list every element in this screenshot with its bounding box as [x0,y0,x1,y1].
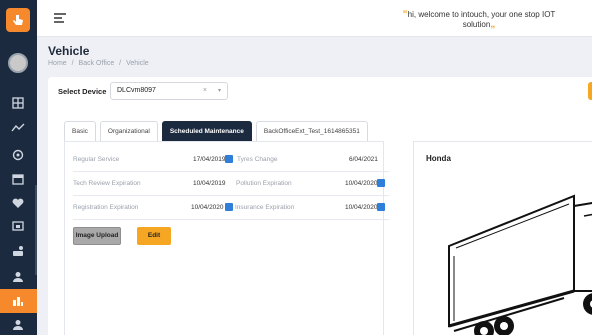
user-icon[interactable] [9,270,27,284]
maintenance-row: Registration Expiration 10/04/2020 Insur… [73,200,385,216]
app-logo-icon[interactable] [6,8,30,32]
user-avatar[interactable] [8,53,28,73]
welcome-line-2: solution [462,20,491,29]
dashboard-icon[interactable] [9,96,27,110]
breadcrumb-home[interactable]: Home [48,60,67,67]
insurance-value[interactable]: 10/04/2020 [345,204,378,211]
tab-organizational[interactable]: Organizational [99,121,158,141]
quote-close-icon: „ [490,19,496,30]
vehicle-make-title: Honda [426,154,451,163]
maintenance-panel: Regular Service 17/04/2019 Tyres Change … [64,141,389,335]
vehicle-tabs: Basic Organizational Scheduled Maintenan… [64,121,372,141]
top-header: “hi, welcome to intouch, your one stop I… [37,0,592,37]
tyres-change-label: Tyres Change [237,156,278,163]
tab-basic[interactable]: Basic [64,121,96,141]
registration-value[interactable]: 10/04/2020 [191,204,224,211]
welcome-message: “hi, welcome to intouch, your one stop I… [374,10,584,30]
truck-image [448,194,592,335]
settings-icon[interactable] [9,148,27,162]
divider [73,171,389,172]
breadcrumb: Home / Back Office / Vehicle [48,60,152,67]
calendar-icon[interactable] [225,155,233,163]
divider [73,219,389,220]
insurance-label: Insurance Expiration [235,204,295,211]
calendar-icon[interactable] [377,203,385,211]
sidebar [0,0,37,335]
device-select[interactable]: DLCvm8097 × ▾ [110,82,228,100]
calendar-icon[interactable] [9,172,27,186]
vehicle-card: Select Device DLCvm8097 × ▾ Basic Organi… [48,77,592,335]
tab-backoffice-ext[interactable]: BackOfficeExt_Test_1614865351 [255,121,368,141]
regular-service-label: Regular Service [73,156,120,163]
breadcrumb-separator: / [71,60,74,67]
calendar-icon[interactable] [225,203,233,211]
select-device-label: Select Device [58,87,107,96]
regular-service-value[interactable]: 17/04/2019 [193,156,226,163]
sidebar-item-back-office[interactable] [0,289,37,313]
clear-icon[interactable]: × [203,87,207,94]
tech-review-value[interactable]: 10/04/2019 [193,180,226,187]
tyres-change-value[interactable]: 6/04/2021 [349,156,378,163]
pollution-value[interactable]: 10/04/2020 [345,180,378,187]
edit-button[interactable]: Edit [137,227,171,245]
registration-label: Registration Expiration [73,204,139,211]
maintenance-row: Regular Service 17/04/2019 Tyres Change … [73,152,383,168]
pollution-label: Pollution Expiration [236,180,292,187]
monitor-icon[interactable] [9,220,27,234]
tech-review-label: Tech Review Expiration [73,180,141,187]
menu-toggle-icon[interactable] [51,10,69,26]
vehicle-image-panel: Honda [413,141,592,335]
health-icon[interactable] [9,196,27,210]
image-upload-button[interactable]: Image Upload [73,227,121,245]
profile-icon[interactable] [9,318,27,332]
action-button[interactable] [588,82,592,100]
sidebar-scrollbar[interactable] [35,185,37,275]
tab-scheduled-maintenance[interactable]: Scheduled Maintenance [161,121,252,141]
welcome-line-1: hi, welcome to intouch, your one stop IO… [407,10,556,19]
chevron-down-icon[interactable]: ▾ [218,87,221,94]
vehicle-location-icon[interactable] [9,245,27,259]
calendar-icon[interactable] [377,179,385,187]
analytics-icon[interactable] [9,121,27,135]
breadcrumb-back-office[interactable]: Back Office [79,60,115,67]
breadcrumb-vehicle: Vehicle [126,60,149,67]
maintenance-row: Tech Review Expiration 10/04/2019 Pollut… [73,176,385,192]
page-title: Vehicle [48,44,90,58]
breadcrumb-separator: / [119,60,122,67]
device-select-value: DLCvm8097 [117,87,156,94]
divider [73,195,389,196]
